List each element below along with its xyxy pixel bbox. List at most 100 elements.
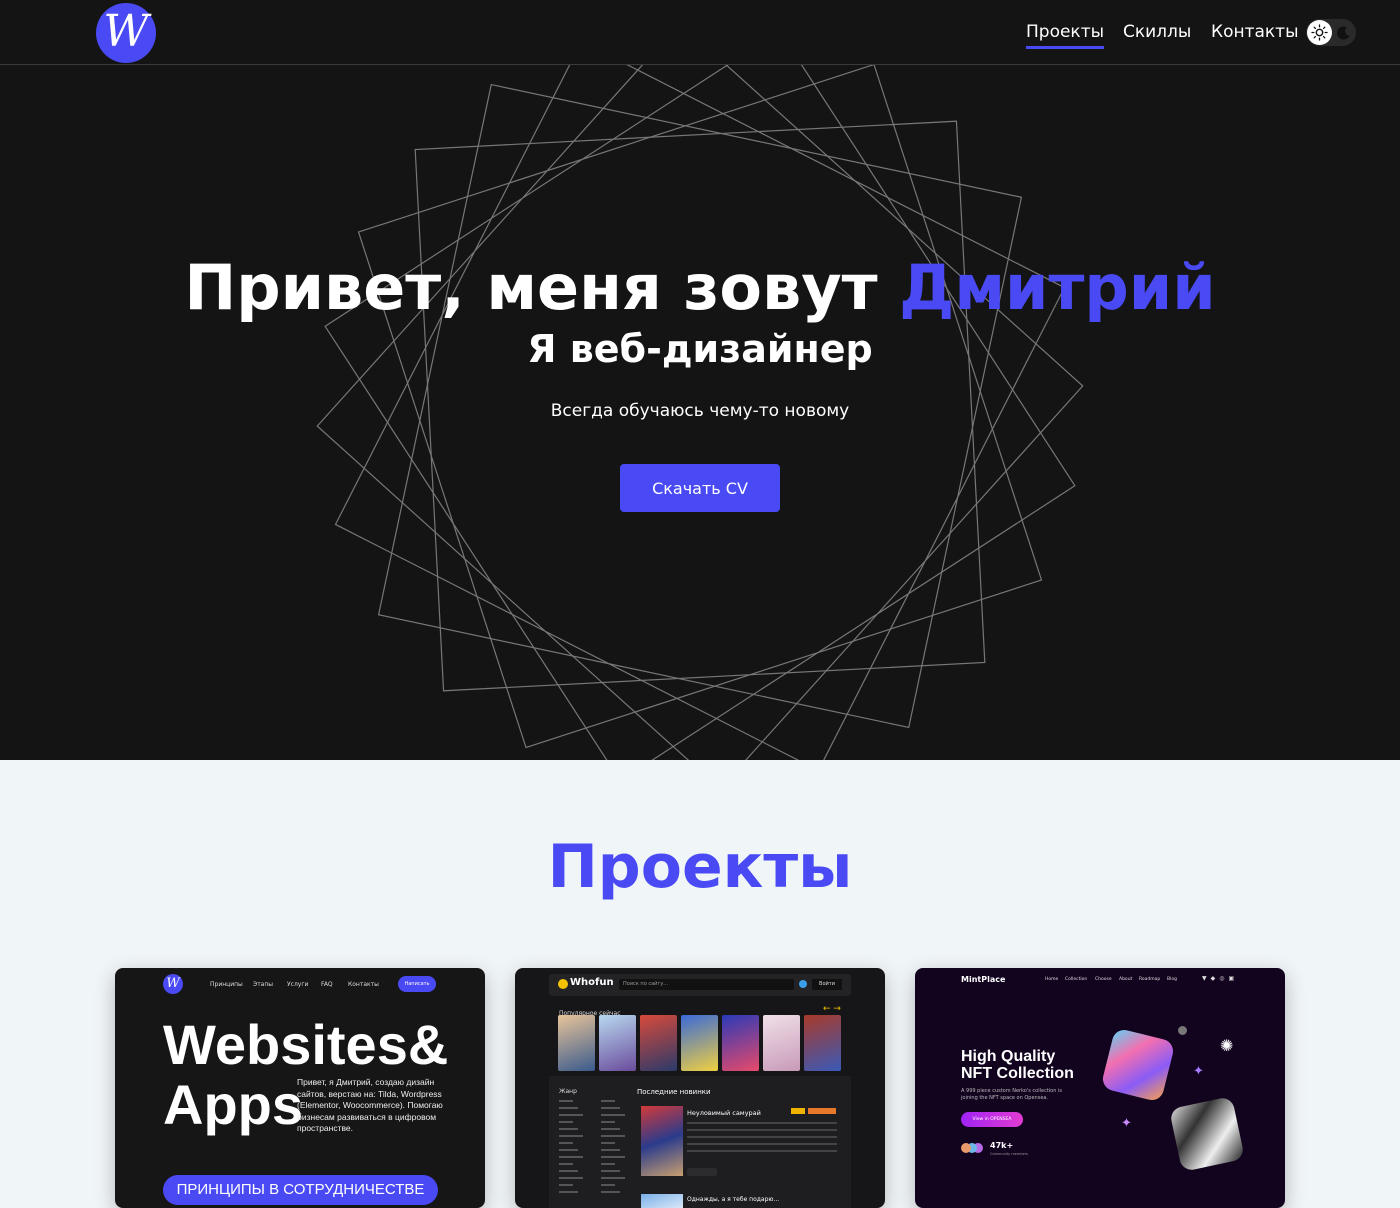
card2-menu-line	[559, 1100, 573, 1102]
card3-cube-colorful	[1100, 1027, 1176, 1103]
card2-logo-icon	[558, 979, 568, 989]
card2-poster-thumb	[722, 1015, 759, 1071]
project-card-3[interactable]: MintPlace Home Collection Choose About R…	[915, 968, 1285, 1208]
card2-menu-line	[601, 1191, 620, 1193]
card2-menu-line	[559, 1177, 583, 1179]
project-card-2[interactable]: Whofun Поиск по сайту... Войти Популярно…	[515, 968, 885, 1208]
hero-subtitle: Я веб-дизайнер	[527, 327, 873, 371]
card2-login: Войти	[812, 979, 842, 990]
card2-menu-line	[559, 1128, 578, 1130]
card2-poster-thumb	[804, 1015, 841, 1071]
card3-stat-label: Community members	[990, 1152, 1028, 1156]
card3-sparkle-icon: ✺	[1220, 1036, 1234, 1055]
card2-menu-line	[559, 1107, 578, 1109]
card2-menu-line	[601, 1128, 620, 1130]
card2-item2-poster	[641, 1194, 683, 1208]
card3-nav-link: Choose	[1095, 977, 1112, 982]
card2-badge	[808, 1108, 836, 1114]
card2-item-title: Неуловимый самурай	[687, 1109, 761, 1117]
card1-nav-link: Этапы	[253, 981, 274, 988]
social-icons: ▼◆◎▣	[1202, 975, 1239, 982]
card2-brand: Whofun	[570, 977, 614, 988]
card2-search: Поиск по сайту...	[619, 979, 794, 990]
card2-menu-line	[601, 1100, 615, 1102]
site-header: W Проекты Скиллы Контакты	[0, 0, 1400, 65]
card1-banner: ПРИНЦИПЫ В СОТРУДНИЧЕСТВЕ	[163, 1175, 438, 1205]
hero-title-name: Дмитрий	[899, 251, 1216, 324]
card2-menu-line	[601, 1163, 615, 1165]
card2-menu-line	[601, 1170, 620, 1172]
nav-projects[interactable]: Проекты	[1026, 22, 1105, 49]
card2-menu-line	[601, 1149, 620, 1151]
telegram-icon	[799, 980, 807, 988]
theme-toggle[interactable]	[1306, 19, 1356, 46]
card3-nav-link: Roadmap	[1139, 977, 1161, 982]
hero-title: Привет, меня зовут Дмитрий	[0, 253, 1400, 323]
card1-headline-1: Websites&	[163, 1013, 449, 1076]
card2-menu-line	[601, 1142, 615, 1144]
card3-avatars	[961, 1143, 971, 1153]
card3-headline-1: High Quality	[961, 1048, 1056, 1065]
card3-star-icon: ✦	[1193, 1064, 1204, 1079]
card3-stat: 47k+	[990, 1141, 1014, 1150]
card1-nav-link: Контакты	[348, 981, 379, 988]
card3-star-icon: ✦	[1121, 1116, 1132, 1131]
nav-skills[interactable]: Скиллы	[1123, 22, 1191, 46]
download-cv-button[interactable]: Скачать CV	[620, 464, 780, 512]
card3-sphere	[1178, 1026, 1187, 1035]
card3-nav-link: About	[1119, 977, 1133, 982]
card2-poster-thumb	[681, 1015, 718, 1071]
card2-menu-line	[559, 1121, 573, 1123]
card2-menu-line	[601, 1156, 625, 1158]
hero-section: Привет, меня зовут Дмитрий Я веб-дизайне…	[0, 65, 1400, 760]
card2-menu-line	[559, 1114, 583, 1116]
card3-description: A 999 piece custom Nerko's collection is…	[961, 1088, 1062, 1101]
card1-description: Привет, я Дмитрий, создаю дизайн сайтов,…	[297, 1077, 443, 1133]
card2-poster-thumb	[763, 1015, 800, 1071]
card2-menu-line	[559, 1170, 578, 1172]
card2-menu-line	[601, 1121, 615, 1123]
moon-icon	[1333, 23, 1352, 42]
sun-icon	[1307, 20, 1332, 45]
logo-letter: W	[103, 6, 149, 57]
card3-headline-2: NFT Collection	[961, 1065, 1074, 1082]
card3-nav-link: Home	[1045, 977, 1059, 982]
card2-item-button	[687, 1168, 717, 1176]
card2-menu-line	[601, 1177, 625, 1179]
projects-title: Проекты	[547, 832, 853, 902]
hero-title-prefix: Привет, меня зовут	[184, 251, 900, 324]
card1-nav-link: Услуги	[287, 981, 309, 988]
card1-nav-button: Написать	[398, 976, 436, 992]
card1-logo: W	[163, 974, 183, 994]
card2-menu-line	[601, 1114, 625, 1116]
card2-menu-line	[559, 1163, 573, 1165]
card1-nav-link: Принципы	[210, 981, 243, 988]
card2-poster-thumb	[558, 1015, 595, 1071]
card2-item-poster	[641, 1106, 683, 1176]
card2-poster-thumb	[599, 1015, 636, 1071]
card2-menu-line	[559, 1156, 583, 1158]
card2-menu-line	[601, 1184, 615, 1186]
card2-item-meta	[687, 1122, 837, 1124]
hero-tagline: Всегда обучаюсь чему-то новому	[550, 401, 850, 421]
card1-headline-2: Apps	[163, 1073, 303, 1136]
card2-latest: Последние новинки	[637, 1088, 711, 1096]
card2-menu-line	[559, 1184, 573, 1186]
card3-nav-link: Blog	[1167, 977, 1177, 982]
card2-menu-heading: Жанр	[559, 1088, 577, 1095]
card1-nav-link: FAQ	[321, 981, 333, 988]
card3-brand: MintPlace	[961, 975, 1006, 984]
card2-menu-line	[601, 1135, 625, 1137]
card2-menu-line	[559, 1142, 573, 1144]
card2-menu-line	[559, 1191, 578, 1193]
card2-poster-thumb	[640, 1015, 677, 1071]
logo[interactable]: W	[96, 3, 156, 63]
arrows-icon: ← →	[823, 1004, 841, 1014]
nav-contacts[interactable]: Контакты	[1211, 22, 1299, 46]
project-card-1[interactable]: W Принципы Этапы Услуги FAQ Контакты Нап…	[115, 968, 485, 1208]
card2-badge	[791, 1108, 805, 1114]
card3-opensea-button: View in OPENSEA	[961, 1112, 1023, 1127]
card2-menu-line	[601, 1107, 620, 1109]
card2-menu-line	[559, 1135, 583, 1137]
card3-cube-marble	[1169, 1096, 1245, 1172]
